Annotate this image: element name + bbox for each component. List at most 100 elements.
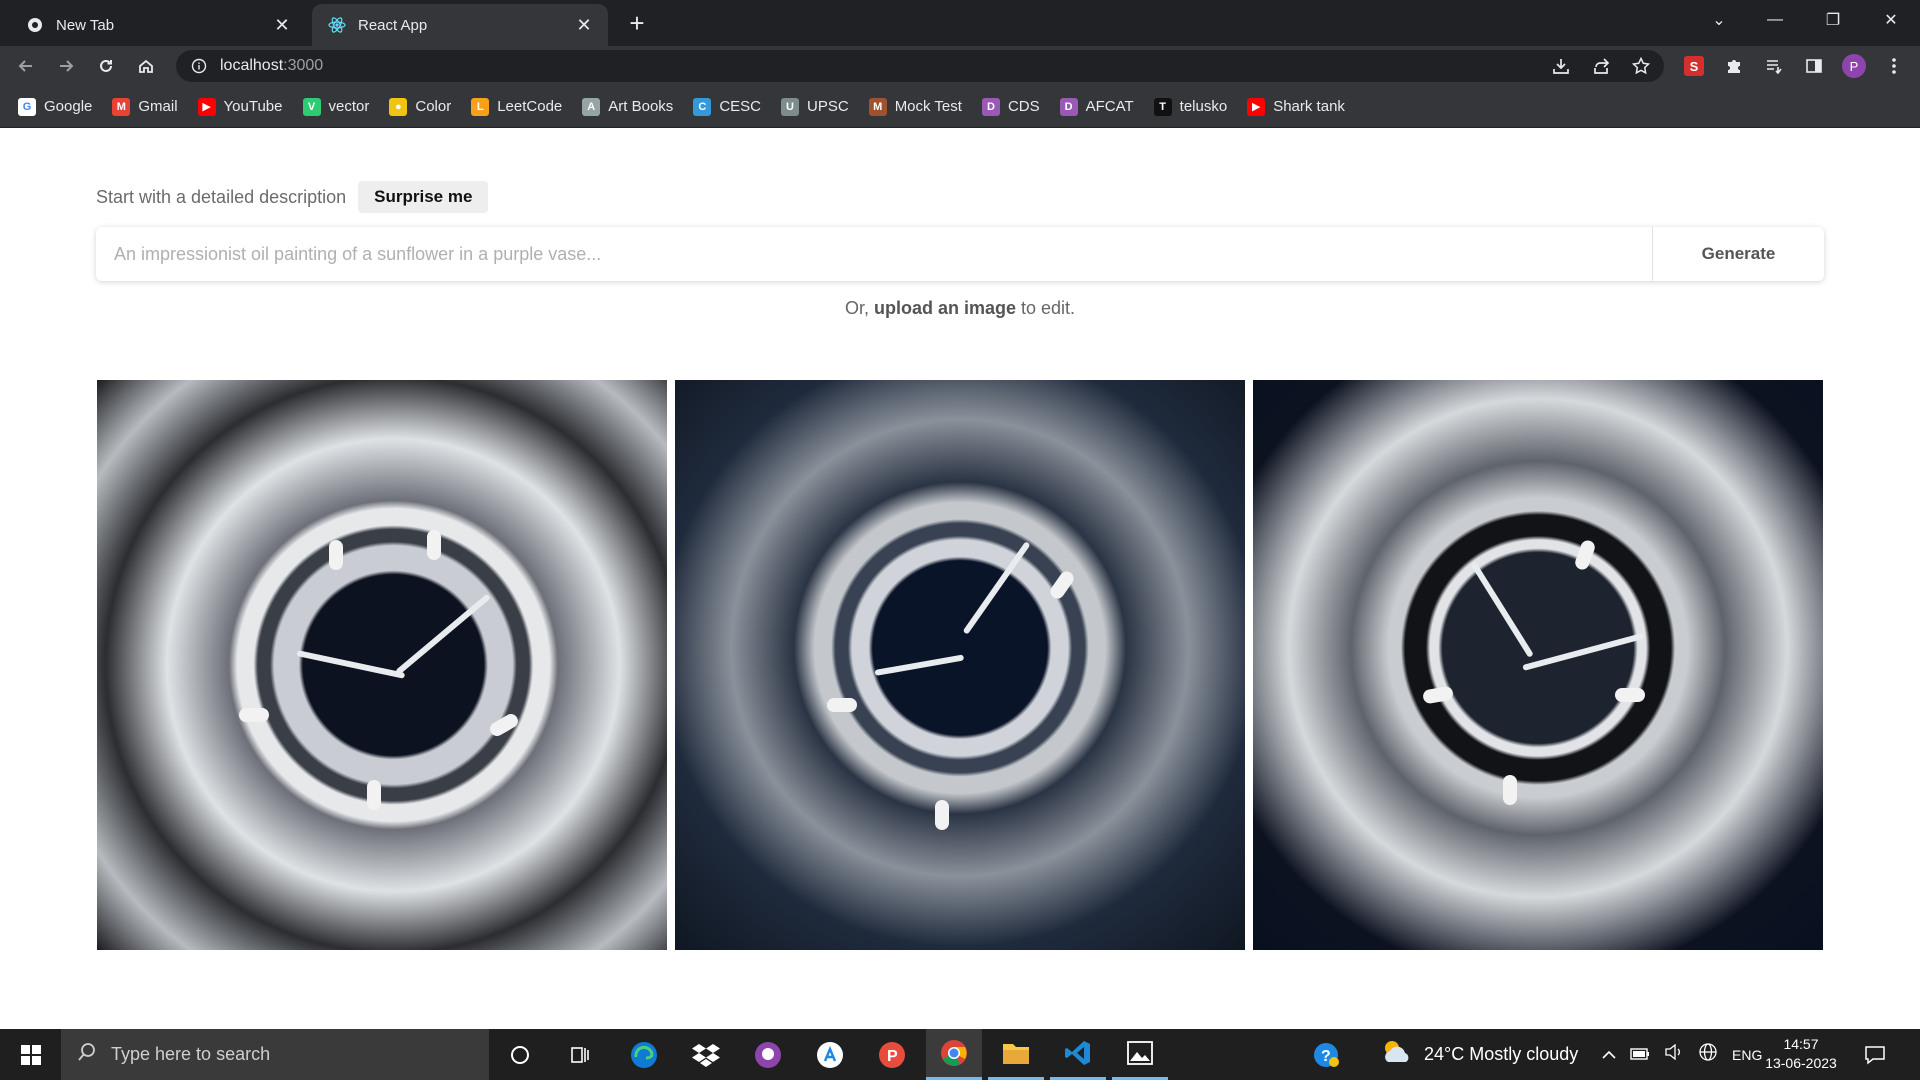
bookmark-item[interactable]: ▶ Shark tank bbox=[1247, 97, 1345, 116]
profile-avatar[interactable]: P bbox=[1840, 52, 1868, 80]
install-app-icon[interactable] bbox=[1552, 57, 1570, 80]
bookmark-star-icon[interactable] bbox=[1631, 56, 1651, 80]
tab-new-tab[interactable]: New Tab ✕ bbox=[10, 4, 306, 46]
taskbar-edge[interactable] bbox=[616, 1029, 672, 1080]
weather-widget[interactable]: 24°C Mostly cloudy bbox=[1380, 1029, 1578, 1080]
prompt-input[interactable] bbox=[96, 227, 1652, 281]
cds-icon: D bbox=[981, 97, 1000, 116]
bookmark-item[interactable]: M Gmail bbox=[112, 97, 178, 116]
search-placeholder: Type here to search bbox=[111, 1044, 271, 1064]
close-window-button[interactable]: ✕ bbox=[1868, 0, 1914, 40]
new-tab-button[interactable]: + bbox=[622, 8, 652, 38]
prompt-form: Generate bbox=[96, 227, 1824, 281]
bookmark-item[interactable]: D CDS bbox=[981, 97, 1040, 116]
chrome-icon bbox=[26, 16, 44, 34]
watch-hand bbox=[874, 654, 965, 676]
bookmark-item[interactable]: C CESC bbox=[693, 97, 761, 116]
home-button[interactable] bbox=[130, 50, 162, 82]
surprise-me-button[interactable]: Surprise me bbox=[358, 181, 489, 213]
watch-hand bbox=[1470, 561, 1534, 658]
taskbar-dropbox[interactable] bbox=[678, 1029, 734, 1080]
generated-images-gallery bbox=[97, 380, 1823, 950]
bookmark-item[interactable]: ● Color bbox=[389, 97, 452, 116]
tab-search-chevron-icon[interactable]: ⌄ bbox=[1696, 0, 1742, 40]
share-icon[interactable] bbox=[1592, 57, 1610, 80]
bookmark-item[interactable]: ▶ YouTube bbox=[197, 97, 283, 116]
reading-list-icon[interactable] bbox=[1760, 52, 1788, 80]
bookmark-label: AFCAT bbox=[1085, 98, 1134, 115]
bookmark-item[interactable]: Vvector bbox=[302, 97, 369, 116]
bookmark-item[interactable]: M Mock Test bbox=[868, 97, 962, 116]
home-icon bbox=[139, 59, 153, 73]
taskbar-clock[interactable]: 14:57 13-06-2023 bbox=[1756, 1035, 1846, 1073]
close-tab-icon[interactable]: ✕ bbox=[574, 15, 594, 35]
help-icon[interactable]: ? bbox=[1312, 1029, 1340, 1080]
bookmark-label: CDS bbox=[1007, 98, 1040, 115]
taskbar-chrome[interactable] bbox=[926, 1029, 982, 1080]
watch-marker bbox=[427, 530, 441, 560]
windows-taskbar: Type here to search P ? 24°C Mostly clou bbox=[0, 1029, 1920, 1080]
network-globe-icon[interactable] bbox=[1698, 1042, 1718, 1067]
generated-image-watch-3[interactable] bbox=[1253, 380, 1823, 950]
taskbar-search[interactable]: Type here to search bbox=[61, 1029, 489, 1080]
forward-arrow-icon bbox=[60, 60, 74, 72]
generated-image-watch-1[interactable] bbox=[97, 380, 667, 950]
generated-image-watch-2[interactable] bbox=[675, 380, 1245, 950]
bookmark-label: YouTube bbox=[223, 98, 283, 115]
taskbar-photos[interactable] bbox=[1112, 1029, 1168, 1080]
close-tab-icon[interactable]: ✕ bbox=[272, 15, 292, 35]
site-info-icon[interactable] bbox=[190, 57, 208, 75]
watch-marker bbox=[329, 540, 343, 570]
extension-s-icon[interactable]: S bbox=[1680, 52, 1708, 80]
search-icon bbox=[77, 1042, 97, 1067]
taskbar-app-store[interactable] bbox=[802, 1029, 858, 1080]
address-bar[interactable]: localhost:3000 bbox=[176, 50, 1664, 82]
system-tray: ENG bbox=[1602, 1029, 1762, 1080]
watch-hand bbox=[962, 541, 1031, 635]
cloudy-weather-icon bbox=[1380, 1038, 1414, 1071]
taskbar-file-explorer[interactable] bbox=[988, 1029, 1044, 1080]
bookmark-label: LeetCode bbox=[497, 98, 563, 115]
tab-title: React App bbox=[358, 16, 428, 34]
bookmark-item[interactable]: D AFCAT bbox=[1059, 97, 1134, 116]
watch-marker bbox=[1047, 568, 1077, 602]
watch-marker bbox=[367, 780, 381, 810]
youtube-icon: ▶ bbox=[197, 97, 216, 116]
bookmark-item[interactable]: U UPSC bbox=[781, 97, 849, 116]
upload-image-link[interactable]: upload an image bbox=[874, 298, 1016, 318]
battery-icon[interactable] bbox=[1630, 1044, 1650, 1065]
upload-hint: Or, upload an image to edit. bbox=[0, 298, 1920, 319]
tab-react-app[interactable]: React App ✕ bbox=[312, 4, 608, 46]
notifications-button[interactable] bbox=[1864, 1029, 1886, 1080]
bookmark-item[interactable]: A Art Books bbox=[582, 97, 673, 116]
side-panel-icon[interactable] bbox=[1800, 52, 1828, 80]
bookmarks-bar: G Google M Gmail ▶ YouTube Vvector ● Color L LeetC… bbox=[0, 86, 1920, 128]
dropbox-icon bbox=[692, 1043, 720, 1067]
extensions-puzzle-icon[interactable] bbox=[1720, 52, 1748, 80]
volume-icon[interactable] bbox=[1664, 1043, 1684, 1065]
restore-button[interactable]: ❐ bbox=[1810, 0, 1856, 40]
bookmark-item[interactable]: L LeetCode bbox=[471, 97, 563, 116]
pocket-casts-icon: P bbox=[879, 1041, 905, 1068]
github-desktop-icon bbox=[755, 1041, 781, 1068]
taskbar-vscode[interactable] bbox=[1050, 1029, 1106, 1080]
bookmark-label: Mock Test bbox=[894, 98, 962, 115]
taskbar-github-desktop[interactable] bbox=[740, 1029, 796, 1080]
taskbar-pocketcasts[interactable]: P bbox=[864, 1029, 920, 1080]
generate-button[interactable]: Generate bbox=[1652, 227, 1824, 281]
bookmark-item[interactable]: G Google bbox=[18, 97, 92, 116]
watch-hand bbox=[296, 650, 406, 679]
bookmark-label: Color bbox=[415, 98, 452, 115]
bookmark-item[interactable]: Ttelusko bbox=[1153, 97, 1227, 116]
start-button[interactable] bbox=[8, 1029, 54, 1080]
cesc-icon: C bbox=[693, 97, 712, 116]
cortana-button[interactable] bbox=[492, 1029, 548, 1080]
forward-button[interactable] bbox=[50, 50, 82, 82]
minimize-button[interactable]: — bbox=[1752, 0, 1798, 40]
menu-kebab-icon[interactable] bbox=[1880, 52, 1908, 80]
task-view-button[interactable] bbox=[552, 1029, 608, 1080]
back-button[interactable] bbox=[10, 50, 42, 82]
reload-button[interactable] bbox=[90, 50, 122, 82]
show-hidden-icons-chevron-icon[interactable] bbox=[1602, 1044, 1616, 1065]
watch-marker bbox=[487, 711, 521, 739]
